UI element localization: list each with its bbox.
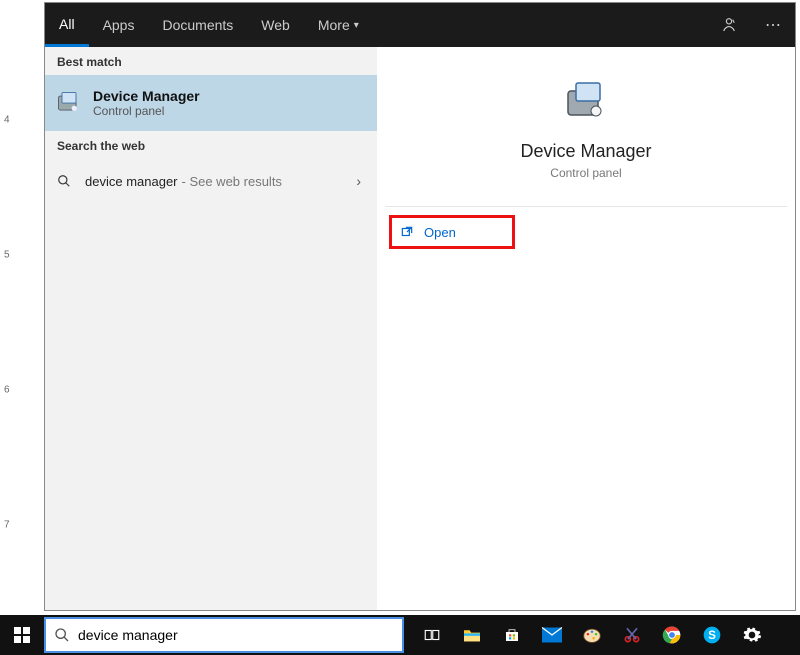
divider: [385, 206, 787, 207]
snipping-tool-icon[interactable]: [612, 615, 652, 655]
more-options-icon[interactable]: ⋯: [751, 3, 795, 47]
taskbar: S: [0, 615, 800, 655]
chrome-icon[interactable]: [652, 615, 692, 655]
feedback-icon[interactable]: [707, 3, 751, 47]
taskbar-search-box[interactable]: [44, 617, 404, 653]
tab-more[interactable]: More▾: [304, 3, 373, 47]
task-view-icon[interactable]: [412, 615, 452, 655]
skype-icon[interactable]: S: [692, 615, 732, 655]
start-button[interactable]: [0, 615, 44, 655]
preview-subtitle: Control panel: [550, 166, 621, 180]
best-match-label: Best match: [45, 47, 377, 75]
search-web-label: Search the web: [45, 131, 377, 159]
search-icon: [57, 174, 77, 188]
preview-card: Device Manager Control panel: [385, 55, 787, 194]
tab-apps[interactable]: Apps: [89, 3, 149, 47]
best-match-title: Device Manager: [93, 88, 200, 104]
chevron-down-icon: ▾: [354, 20, 359, 31]
preview-title: Device Manager: [520, 141, 651, 162]
mail-icon[interactable]: [532, 615, 572, 655]
search-results-panel: All Apps Documents Web More▾ ⋯ Best matc…: [44, 2, 796, 611]
open-icon: [400, 225, 416, 239]
open-button[interactable]: Open: [389, 215, 515, 249]
microsoft-store-icon[interactable]: [492, 615, 532, 655]
tab-all[interactable]: All: [45, 3, 89, 47]
best-match-subtitle: Control panel: [93, 104, 200, 118]
open-label: Open: [424, 225, 456, 240]
tab-documents[interactable]: Documents: [148, 3, 247, 47]
search-tabs: All Apps Documents Web More▾ ⋯: [45, 3, 795, 47]
web-result-query: device manager: [85, 174, 178, 189]
chevron-right-icon: ›: [356, 173, 365, 189]
device-manager-large-icon: [562, 77, 610, 125]
results-list: Best match Device Manager Control panel …: [45, 47, 377, 610]
search-icon: [54, 627, 70, 643]
tab-web[interactable]: Web: [247, 3, 304, 47]
paint-icon[interactable]: [572, 615, 612, 655]
svg-text:S: S: [708, 629, 716, 642]
best-match-item[interactable]: Device Manager Control panel: [45, 75, 377, 131]
web-result-item[interactable]: device manager - See web results ›: [45, 159, 377, 203]
device-manager-icon: [55, 89, 83, 117]
taskbar-apps: S: [412, 615, 800, 655]
preview-pane: Device Manager Control panel Open: [377, 47, 795, 610]
search-input[interactable]: [78, 619, 394, 651]
settings-icon[interactable]: [732, 615, 772, 655]
web-result-hint: - See web results: [182, 174, 282, 189]
file-explorer-icon[interactable]: [452, 615, 492, 655]
ruler: 4 5 6 7: [0, 0, 40, 655]
